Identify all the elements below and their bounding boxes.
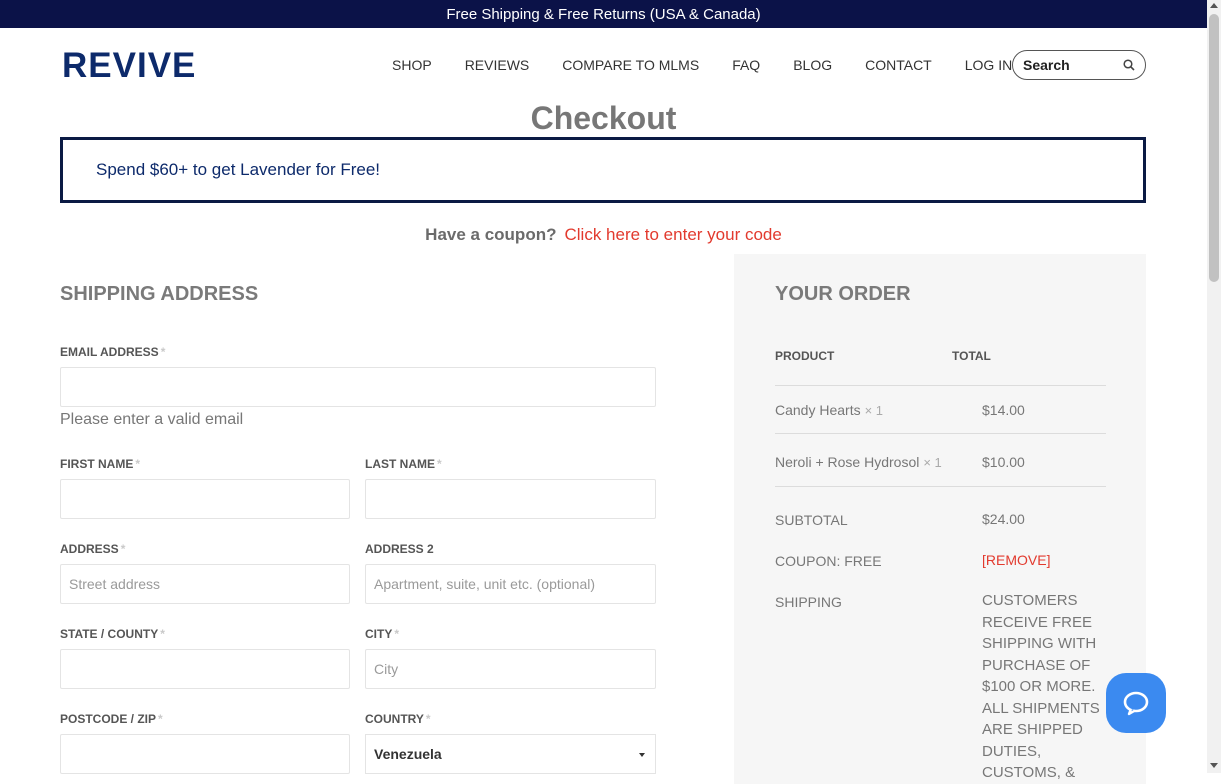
search-box [1012, 50, 1146, 80]
order-summary: YOUR ORDER PRODUCT TOTAL Candy Hearts × 1… [734, 254, 1146, 784]
city-field[interactable] [365, 649, 656, 689]
first-name-field[interactable] [60, 479, 350, 519]
scroll-down-icon[interactable] [1210, 763, 1218, 768]
state-label: STATE / COUNTY * [60, 627, 165, 641]
email-error-text: Please enter a valid email [60, 411, 244, 428]
announcement-text: Free Shipping & Free Returns (USA & Cana… [446, 5, 761, 23]
address2-field[interactable] [365, 564, 656, 604]
nav-compare-to-mlms[interactable]: COMPARE TO MLMS [562, 57, 699, 73]
order-item-total: $10.00 [982, 454, 1025, 470]
col-product-header: PRODUCT [775, 349, 835, 363]
revive-logo[interactable]: REVIVE [62, 46, 196, 86]
address-field[interactable] [60, 564, 350, 604]
divider [775, 486, 1106, 487]
chat-button[interactable] [1106, 673, 1166, 733]
page-title: Checkout [530, 100, 677, 136]
divider [775, 385, 1106, 386]
chevron-down-icon [639, 753, 645, 757]
coupon-link[interactable]: Click here to enter your code [564, 225, 781, 244]
shipping-info-text: CUSTOMERS RECEIVE FREE SHIPPING WITH PUR… [982, 592, 1100, 781]
coupon-label: COUPON: FREE [775, 553, 882, 569]
postcode-field[interactable] [60, 734, 350, 774]
postcode-label: POSTCODE / ZIP * [60, 712, 163, 726]
chat-bubble-icon [1123, 691, 1149, 716]
shipping-label: SHIPPING [775, 594, 842, 610]
site-header: REVIVE SHOP REVIEWS COMPARE TO MLMS FAQ … [0, 28, 1207, 100]
nav-faq[interactable]: FAQ [732, 57, 760, 73]
nav-contact[interactable]: CONTACT [865, 57, 932, 73]
order-title: YOUR ORDER [775, 283, 911, 305]
scrollbar-thumb[interactable] [1209, 14, 1219, 282]
state-field[interactable] [60, 649, 350, 689]
subtotal-label: SUBTOTAL [775, 512, 848, 528]
scroll-up-icon[interactable] [1210, 3, 1218, 8]
country-value: Venezuela [374, 746, 442, 762]
order-item-total: $14.00 [982, 402, 1025, 418]
last-name-label: LAST NAME * [365, 457, 442, 471]
search-input[interactable] [1023, 57, 1113, 73]
city-label: CITY * [365, 627, 400, 641]
last-name-field[interactable] [365, 479, 656, 519]
nav-blog[interactable]: BLOG [793, 57, 832, 73]
subtotal-value: $24.00 [982, 511, 1025, 527]
main-nav: SHOP REVIEWS COMPARE TO MLMS FAQ BLOG CO… [392, 57, 1045, 73]
promo-banner: Spend $60+ to get Lavender for Free! [60, 137, 1146, 203]
address2-label: ADDRESS 2 [365, 542, 434, 556]
order-item: Neroli + Rose Hydrosol × 1 [775, 454, 942, 470]
email-field[interactable] [60, 367, 656, 407]
search-icon[interactable] [1123, 59, 1135, 71]
coupon-question: Have a coupon? [425, 225, 557, 244]
country-label: COUNTRY * [365, 712, 431, 726]
shipping-title: SHIPPING ADDRESS [60, 283, 259, 305]
coupon-prompt: Have a coupon? Click here to enter your c… [0, 225, 1207, 245]
col-total-header: TOTAL [952, 349, 991, 363]
first-name-label: FIRST NAME * [60, 457, 141, 471]
order-item: Candy Hearts × 1 [775, 402, 884, 418]
promo-text: Spend $60+ to get Lavender for Free! [96, 160, 381, 179]
country-select[interactable]: Venezuela [365, 734, 656, 774]
nav-shop[interactable]: SHOP [392, 57, 432, 73]
email-label: EMAIL ADDRESS * [60, 345, 166, 359]
divider [775, 433, 1106, 434]
address-label: ADDRESS * [60, 542, 126, 556]
nav-reviews[interactable]: REVIEWS [465, 57, 530, 73]
announcement-bar: Free Shipping & Free Returns (USA & Cana… [0, 0, 1207, 28]
remove-coupon-link[interactable]: [REMOVE] [982, 552, 1050, 568]
nav-log-in[interactable]: LOG IN [965, 57, 1012, 73]
